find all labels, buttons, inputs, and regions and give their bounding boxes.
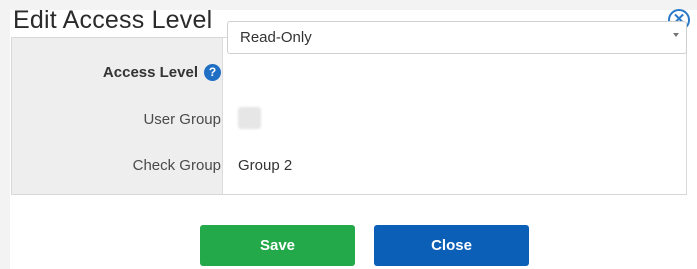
access-level-form — [11, 37, 687, 195]
check-group-value: Group 2 — [238, 157, 293, 174]
access-level-label: Access Level — [102, 64, 198, 81]
user-group-value-redacted — [238, 107, 261, 129]
dialog-title: Edit Access Level — [13, 6, 213, 34]
access-level-select[interactable]: Read-Only — [227, 21, 687, 54]
access-level-label-row: Access Level ? — [103, 64, 221, 81]
help-icon[interactable]: ? — [204, 64, 221, 81]
access-level-selected-value: Read-Only — [240, 29, 312, 46]
chevron-down-icon — [673, 33, 679, 37]
user-group-label: User Group — [143, 111, 221, 128]
close-button[interactable]: Close — [374, 225, 529, 266]
check-group-label: Check Group — [132, 157, 221, 174]
save-button[interactable]: Save — [200, 225, 355, 266]
